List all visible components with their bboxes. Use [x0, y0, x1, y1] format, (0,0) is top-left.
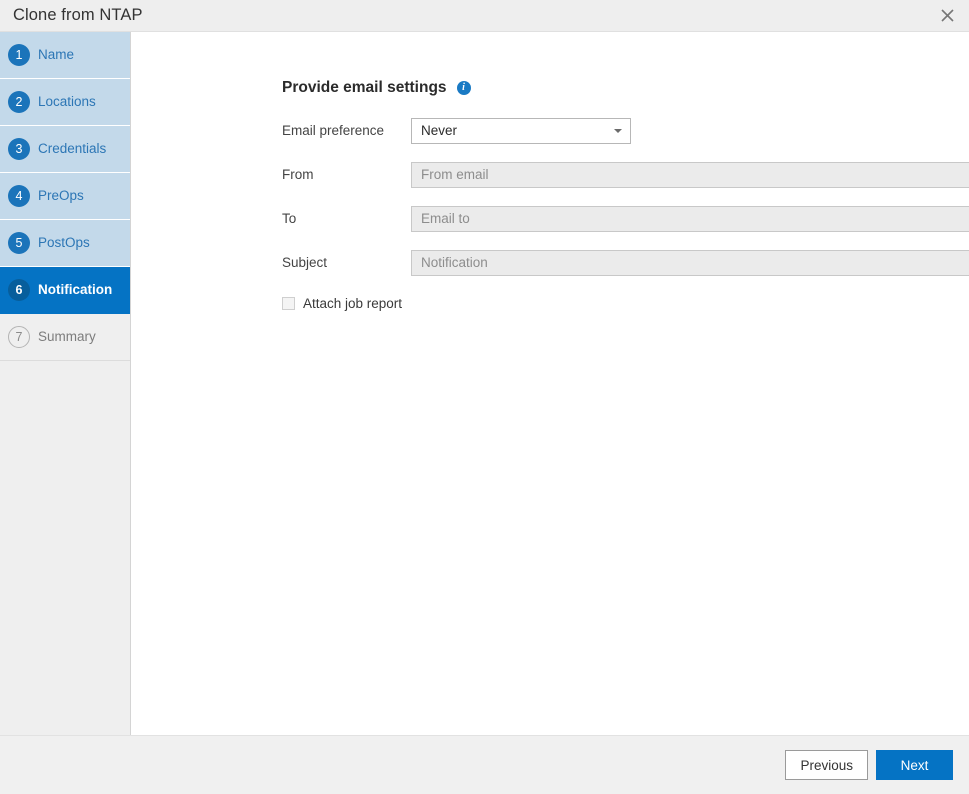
email-preference-row: Email preference Never [282, 118, 969, 144]
sidebar-item-label: Summary [38, 330, 96, 344]
sidebar-item-label: Locations [38, 95, 96, 109]
chevron-down-icon [614, 129, 622, 133]
dialog-footer: Previous Next [0, 735, 969, 794]
email-preference-label: Email preference [282, 124, 411, 138]
attach-job-report-checkbox[interactable] [282, 297, 295, 310]
step-number-badge: 5 [8, 232, 30, 254]
sidebar-item-locations[interactable]: 2 Locations [0, 79, 130, 126]
sidebar-item-preops[interactable]: 4 PreOps [0, 173, 130, 220]
attach-job-report-row: Attach job report [282, 297, 969, 311]
sidebar-item-label: PreOps [38, 189, 84, 203]
sidebar-item-label: PostOps [38, 236, 90, 250]
sidebar-item-notification[interactable]: 6 Notification [0, 267, 130, 314]
step-number-badge: 2 [8, 91, 30, 113]
notification-settings-panel: Provide email settings i Email preferenc… [131, 32, 969, 735]
to-email-input[interactable] [411, 206, 969, 232]
subject-row: Subject [282, 250, 969, 276]
page-title: Provide email settings [282, 80, 447, 96]
close-icon[interactable] [925, 0, 969, 32]
dialog-title: Clone from NTAP [13, 7, 143, 24]
sidebar-item-label: Notification [38, 283, 112, 297]
wizard-sidebar: 1 Name 2 Locations 3 Credentials 4 PreOp… [0, 32, 131, 735]
sidebar-item-credentials[interactable]: 3 Credentials [0, 126, 130, 173]
to-label: To [282, 212, 411, 226]
sidebar-item-name[interactable]: 1 Name [0, 32, 130, 79]
sidebar-filler [0, 361, 130, 735]
previous-button[interactable]: Previous [785, 750, 868, 780]
dialog-titlebar: Clone from NTAP [0, 0, 969, 32]
email-preference-select[interactable]: Never [411, 118, 631, 144]
subject-label: Subject [282, 256, 411, 270]
email-preference-value: Never [421, 123, 457, 138]
step-number-badge: 3 [8, 138, 30, 160]
sidebar-item-label: Name [38, 48, 74, 62]
from-email-input[interactable] [411, 162, 969, 188]
step-number-badge: 4 [8, 185, 30, 207]
from-row: From [282, 162, 969, 188]
info-icon[interactable]: i [457, 81, 471, 95]
next-button[interactable]: Next [876, 750, 953, 780]
step-number-badge: 6 [8, 279, 30, 301]
sidebar-item-summary[interactable]: 7 Summary [0, 314, 130, 361]
clone-from-ntap-dialog: Clone from NTAP 1 Name 2 Locations 3 Cre… [0, 0, 969, 794]
attach-job-report-label[interactable]: Attach job report [303, 297, 402, 311]
step-number-badge: 1 [8, 44, 30, 66]
section-header: Provide email settings i [282, 80, 969, 96]
step-number-badge: 7 [8, 326, 30, 348]
to-row: To [282, 206, 969, 232]
from-label: From [282, 168, 411, 182]
subject-input[interactable] [411, 250, 969, 276]
sidebar-item-label: Credentials [38, 142, 106, 156]
dialog-body: 1 Name 2 Locations 3 Credentials 4 PreOp… [0, 32, 969, 735]
sidebar-item-postops[interactable]: 5 PostOps [0, 220, 130, 267]
